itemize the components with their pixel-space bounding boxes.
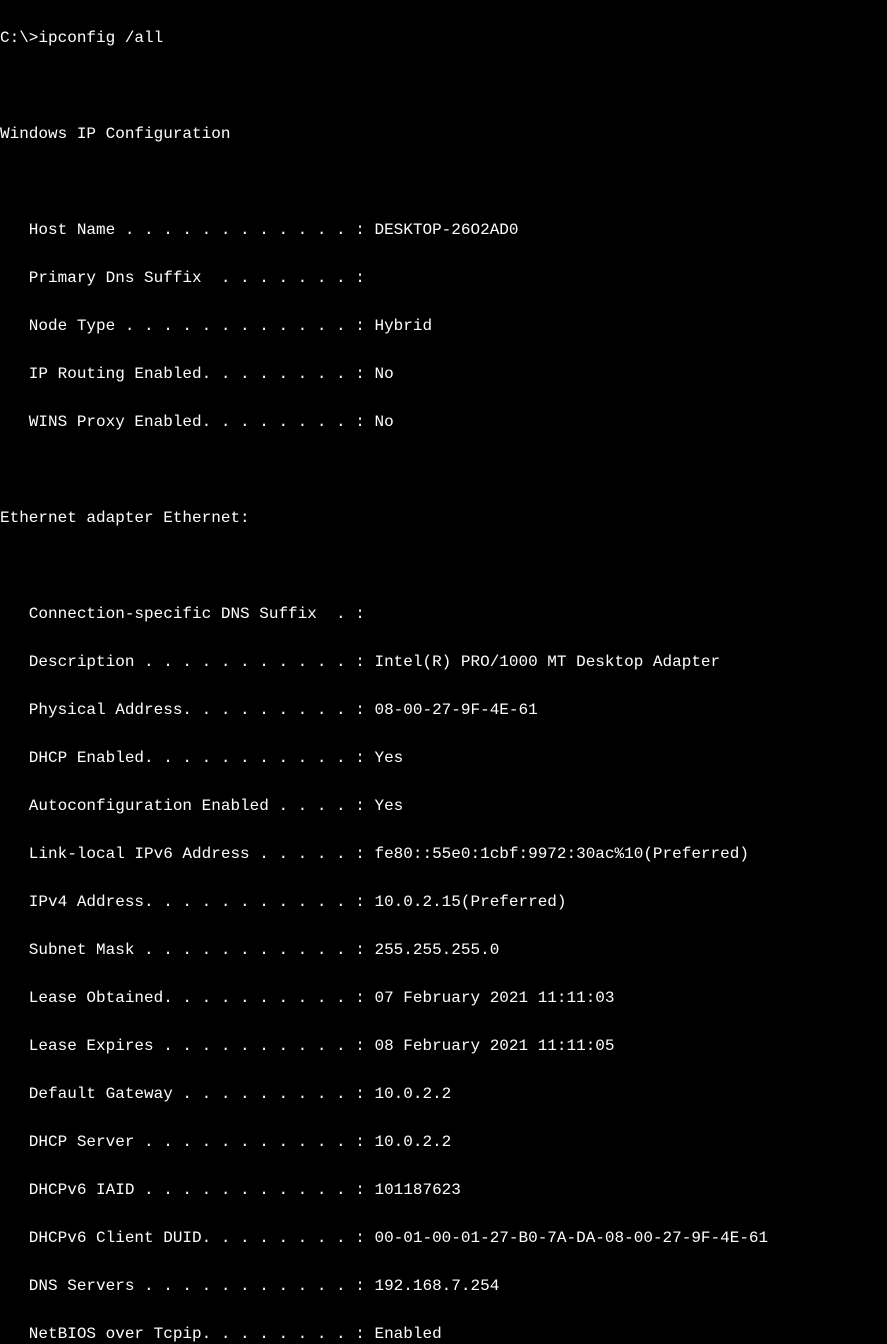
lease-obtained-label: Lease Obtained. . . . . . . . . . : — [0, 989, 374, 1007]
host-name-value: DESKTOP-26O2AD0 — [374, 221, 518, 239]
ip-routing-row: IP Routing Enabled. . . . . . . . : No — [0, 362, 887, 386]
lease-expires-value: 08 February 2021 11:11:05 — [374, 1037, 614, 1055]
netbios-row: NetBIOS over Tcpip. . . . . . . . : Enab… — [0, 1322, 887, 1344]
default-gateway-row: Default Gateway . . . . . . . . . : 10.0… — [0, 1082, 887, 1106]
description-row: Description . . . . . . . . . . . : Inte… — [0, 650, 887, 674]
autoconfig-label: Autoconfiguration Enabled . . . . : — [0, 797, 374, 815]
command: ipconfig /all — [38, 29, 163, 47]
prompt: C:\> — [0, 29, 38, 47]
ipv4-address-value: 10.0.2.15(Preferred) — [374, 893, 566, 911]
host-name-label: Host Name . . . . . . . . . . . . : — [0, 221, 374, 239]
blank-line — [0, 554, 887, 578]
ip-routing-label: IP Routing Enabled. . . . . . . . : — [0, 365, 374, 383]
subnet-mask-row: Subnet Mask . . . . . . . . . . . : 255.… — [0, 938, 887, 962]
dhcpv6-iaid-label: DHCPv6 IAID . . . . . . . . . . . : — [0, 1181, 374, 1199]
lease-expires-label: Lease Expires . . . . . . . . . . : — [0, 1037, 374, 1055]
dhcpv6-duid-value: 00-01-00-01-27-B0-7A-DA-08-00-27-9F-4E-6… — [374, 1229, 768, 1247]
dhcpv6-duid-label: DHCPv6 Client DUID. . . . . . . . : — [0, 1229, 374, 1247]
autoconfig-row: Autoconfiguration Enabled . . . . : Yes — [0, 794, 887, 818]
ipv6-address-label: Link-local IPv6 Address . . . . . : — [0, 845, 374, 863]
lease-obtained-row: Lease Obtained. . . . . . . . . . : 07 F… — [0, 986, 887, 1010]
ipv6-address-row: Link-local IPv6 Address . . . . . : fe80… — [0, 842, 887, 866]
ipv6-address-value: fe80::55e0:1cbf:9972:30ac%10(Preferred) — [374, 845, 748, 863]
lease-expires-row: Lease Expires . . . . . . . . . . : 08 F… — [0, 1034, 887, 1058]
blank-line — [0, 74, 887, 98]
subnet-mask-value: 255.255.255.0 — [374, 941, 499, 959]
ethernet-header: Ethernet adapter Ethernet: — [0, 506, 887, 530]
terminal-output: C:\>ipconfig /all Windows IP Configurati… — [0, 2, 887, 1344]
dhcp-server-row: DHCP Server . . . . . . . . . . . : 10.0… — [0, 1130, 887, 1154]
description-label: Description . . . . . . . . . . . : — [0, 653, 374, 671]
dhcp-enabled-value: Yes — [374, 749, 403, 767]
host-name-row: Host Name . . . . . . . . . . . . : DESK… — [0, 218, 887, 242]
dhcpv6-iaid-value: 101187623 — [374, 1181, 460, 1199]
dhcp-server-label: DHCP Server . . . . . . . . . . . : — [0, 1133, 374, 1151]
ipv4-address-label: IPv4 Address. . . . . . . . . . . : — [0, 893, 374, 911]
dhcp-enabled-row: DHCP Enabled. . . . . . . . . . . : Yes — [0, 746, 887, 770]
node-type-label: Node Type . . . . . . . . . . . . : — [0, 317, 374, 335]
subnet-mask-label: Subnet Mask . . . . . . . . . . . : — [0, 941, 374, 959]
node-type-row: Node Type . . . . . . . . . . . . : Hybr… — [0, 314, 887, 338]
dns-servers-label: DNS Servers . . . . . . . . . . . : — [0, 1277, 374, 1295]
ip-routing-value: No — [374, 365, 393, 383]
dhcp-server-value: 10.0.2.2 — [374, 1133, 451, 1151]
primary-dns-suffix-row: Primary Dns Suffix . . . . . . . : — [0, 266, 887, 290]
connection-dns-suffix-label: Connection-specific DNS Suffix . : — [0, 605, 365, 623]
node-type-value: Hybrid — [374, 317, 432, 335]
physical-address-row: Physical Address. . . . . . . . . : 08-0… — [0, 698, 887, 722]
dns-servers-value: 192.168.7.254 — [374, 1277, 499, 1295]
connection-dns-suffix-row: Connection-specific DNS Suffix . : — [0, 602, 887, 626]
dhcpv6-duid-row: DHCPv6 Client DUID. . . . . . . . : 00-0… — [0, 1226, 887, 1250]
default-gateway-label: Default Gateway . . . . . . . . . : — [0, 1085, 374, 1103]
primary-dns-suffix-label: Primary Dns Suffix . . . . . . . : — [0, 269, 365, 287]
ip-config-header: Windows IP Configuration — [0, 122, 887, 146]
physical-address-value: 08-00-27-9F-4E-61 — [374, 701, 537, 719]
blank-line — [0, 170, 887, 194]
wins-proxy-row: WINS Proxy Enabled. . . . . . . . : No — [0, 410, 887, 434]
netbios-value: Enabled — [374, 1325, 441, 1343]
physical-address-label: Physical Address. . . . . . . . . : — [0, 701, 374, 719]
blank-line — [0, 458, 887, 482]
wins-proxy-value: No — [374, 413, 393, 431]
lease-obtained-value: 07 February 2021 11:11:03 — [374, 989, 614, 1007]
ipv4-address-row: IPv4 Address. . . . . . . . . . . : 10.0… — [0, 890, 887, 914]
dns-servers-row: DNS Servers . . . . . . . . . . . : 192.… — [0, 1274, 887, 1298]
autoconfig-value: Yes — [374, 797, 403, 815]
dhcp-enabled-label: DHCP Enabled. . . . . . . . . . . : — [0, 749, 374, 767]
default-gateway-value: 10.0.2.2 — [374, 1085, 451, 1103]
wins-proxy-label: WINS Proxy Enabled. . . . . . . . : — [0, 413, 374, 431]
netbios-label: NetBIOS over Tcpip. . . . . . . . : — [0, 1325, 374, 1343]
dhcpv6-iaid-row: DHCPv6 IAID . . . . . . . . . . . : 1011… — [0, 1178, 887, 1202]
description-value: Intel(R) PRO/1000 MT Desktop Adapter — [374, 653, 720, 671]
command-prompt-line: C:\>ipconfig /all — [0, 26, 887, 50]
